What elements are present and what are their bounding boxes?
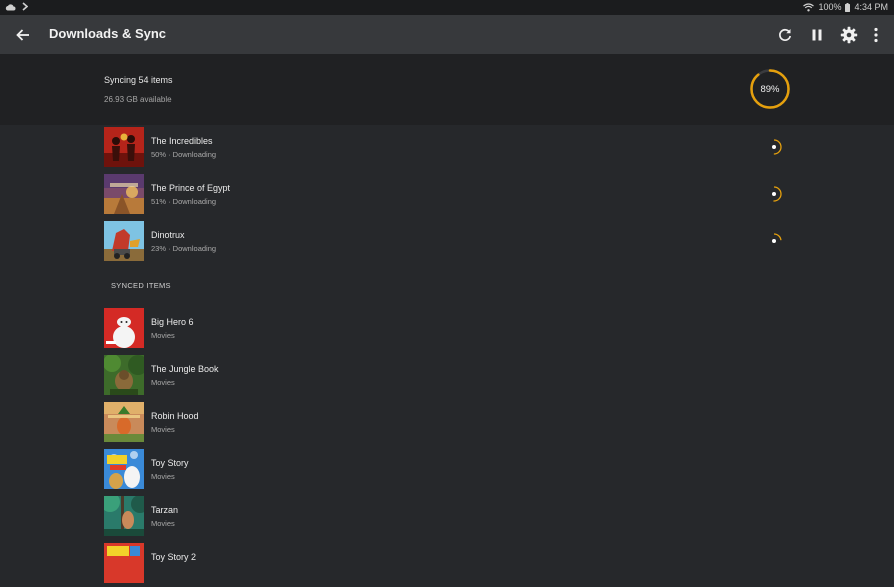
pause-icon bbox=[812, 29, 822, 41]
poster-thumbnail bbox=[104, 402, 144, 442]
synced-item-jungle-book[interactable]: The Jungle Book Movies bbox=[0, 355, 894, 399]
status-time: 4:34 PM bbox=[854, 2, 888, 12]
status-bar: 100% 4:34 PM bbox=[0, 0, 894, 15]
poster-thumbnail bbox=[104, 174, 144, 214]
item-category: Movies bbox=[151, 331, 175, 340]
item-category: Movies bbox=[151, 472, 175, 481]
sync-status-title: Syncing 54 items bbox=[104, 75, 173, 85]
item-category: Movies bbox=[151, 519, 175, 528]
item-title: Dinotrux bbox=[151, 230, 185, 240]
item-title: The Jungle Book bbox=[151, 364, 219, 374]
synced-items-header: SYNCED ITEMS bbox=[111, 281, 171, 290]
poster-thumbnail bbox=[104, 127, 144, 167]
item-title: Tarzan bbox=[151, 505, 179, 515]
download-progress-ring bbox=[766, 233, 782, 249]
settings-button[interactable] bbox=[839, 25, 859, 45]
item-title: Big Hero 6 bbox=[151, 317, 194, 327]
item-status: 50% · Downloading bbox=[151, 150, 217, 159]
battery-percent: 100% bbox=[818, 2, 842, 12]
download-item-dinotrux[interactable]: Dinotrux 23% · Downloading bbox=[0, 221, 894, 265]
item-title: The Incredibles bbox=[151, 136, 213, 146]
battery-icon bbox=[845, 2, 851, 12]
refresh-button[interactable] bbox=[775, 25, 795, 45]
item-status: 23% · Downloading bbox=[151, 244, 217, 253]
synced-item-tarzan[interactable]: Tarzan Movies bbox=[0, 496, 894, 540]
app-bar: Downloads & Sync bbox=[0, 15, 894, 54]
poster-thumbnail bbox=[104, 308, 144, 348]
sync-summary: Syncing 54 items 26.93 GB available 89% bbox=[0, 54, 894, 125]
more-options-button[interactable] bbox=[866, 25, 886, 45]
item-title: Toy Story 2 bbox=[151, 552, 197, 562]
back-button[interactable] bbox=[14, 26, 32, 44]
more-vertical-icon bbox=[874, 27, 878, 43]
sync-progress-percent: 89% bbox=[760, 83, 780, 95]
poster-thumbnail bbox=[104, 543, 144, 583]
settings-gear-icon bbox=[840, 26, 858, 44]
synced-item-toy-story-2[interactable]: Toy Story 2 bbox=[0, 543, 894, 587]
synced-item-robin-hood[interactable]: Robin Hood Movies bbox=[0, 402, 894, 446]
page-title: Downloads & Sync bbox=[49, 26, 167, 41]
poster-thumbnail bbox=[104, 355, 144, 395]
back-arrow-icon bbox=[16, 29, 29, 41]
item-category: Movies bbox=[151, 425, 175, 434]
item-title: Toy Story bbox=[151, 458, 189, 468]
item-title: The Prince of Egypt bbox=[151, 183, 231, 193]
poster-thumbnail bbox=[104, 496, 144, 536]
storage-available: 26.93 GB available bbox=[104, 95, 172, 104]
chevron-right-icon bbox=[22, 2, 28, 11]
pause-button[interactable] bbox=[807, 25, 827, 45]
item-title: Robin Hood bbox=[151, 411, 199, 421]
refresh-icon bbox=[779, 28, 792, 42]
download-progress-ring bbox=[766, 186, 782, 202]
download-item-incredibles[interactable]: The Incredibles 50% · Downloading bbox=[0, 127, 894, 171]
cloud-icon bbox=[5, 3, 16, 11]
poster-thumbnail bbox=[104, 221, 144, 261]
wifi-icon bbox=[803, 2, 815, 12]
download-progress-ring bbox=[766, 139, 782, 155]
download-item-prince-of-egypt[interactable]: The Prince of Egypt 51% · Downloading bbox=[0, 174, 894, 218]
poster-thumbnail bbox=[104, 449, 144, 489]
item-status: 51% · Downloading bbox=[151, 197, 217, 206]
synced-item-big-hero-6[interactable]: Big Hero 6 Movies bbox=[0, 308, 894, 352]
synced-item-toy-story[interactable]: Toy Story Movies bbox=[0, 449, 894, 493]
item-category: Movies bbox=[151, 378, 175, 387]
